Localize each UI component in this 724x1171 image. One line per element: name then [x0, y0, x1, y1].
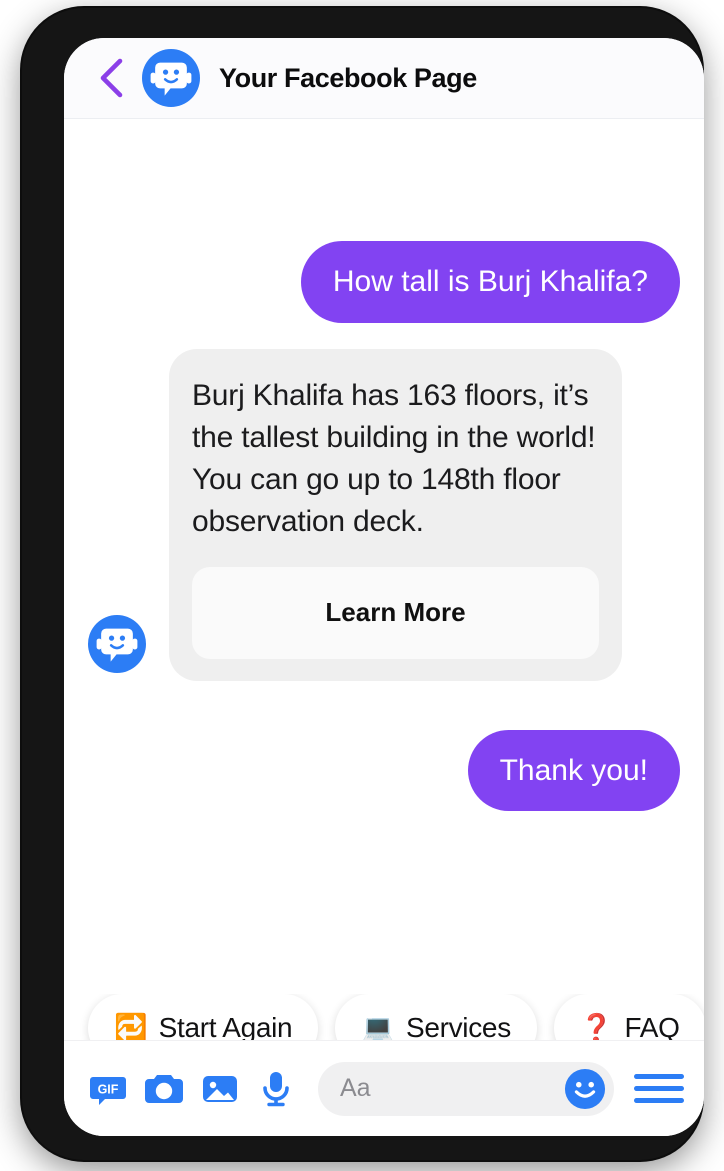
message-row-bot: Burj Khalifa has 163 floors, it’s the ta…	[88, 348, 680, 681]
gif-icon: GIF	[90, 1076, 126, 1105]
bot-avatar-icon	[88, 614, 146, 673]
svg-text:GIF: GIF	[98, 1082, 119, 1096]
message-row-user: How tall is Burj Khalifa?	[88, 241, 680, 323]
gif-button[interactable]: GIF	[80, 1063, 136, 1115]
message-row-user: Thank you!	[88, 729, 680, 811]
photo-icon	[203, 1075, 237, 1102]
bot-message-card: Burj Khalifa has 163 floors, it’s the ta…	[169, 348, 622, 681]
learn-more-button[interactable]: Learn More	[192, 566, 599, 659]
hamburger-menu-button[interactable]	[634, 1064, 684, 1114]
chat-header: Your Facebook Page	[64, 38, 704, 119]
microphone-button[interactable]	[248, 1063, 304, 1115]
composer-bar: GIF	[64, 1040, 704, 1136]
user-message-bubble: How tall is Burj Khalifa?	[300, 241, 680, 323]
message-input-wrapper[interactable]	[318, 1061, 614, 1116]
laptop-icon: 💻	[361, 1012, 395, 1043]
camera-button[interactable]	[136, 1063, 192, 1115]
phone-frame: Your Facebook Page How tall is Burj Khal…	[22, 8, 704, 1160]
chevron-left-icon	[100, 58, 123, 98]
message-input[interactable]	[340, 1074, 564, 1103]
question-mark-icon: ❓	[579, 1012, 614, 1043]
phone-screen: Your Facebook Page How tall is Burj Khal…	[64, 38, 704, 1136]
bot-message-text: Burj Khalifa has 163 floors, it’s the ta…	[192, 378, 596, 538]
hamburger-menu-icon	[634, 1098, 684, 1103]
smiley-icon[interactable]	[564, 1068, 606, 1110]
hamburger-menu-icon	[634, 1086, 684, 1091]
back-button[interactable]	[90, 57, 132, 99]
photos-button[interactable]	[192, 1063, 248, 1115]
microphone-icon	[263, 1071, 289, 1106]
hamburger-menu-icon	[634, 1074, 684, 1079]
conversation-area: How tall is Burj Khalifa? Burj Khalifa h…	[64, 241, 704, 1076]
repeat-icon: 🔁	[114, 1012, 148, 1043]
camera-icon	[145, 1074, 183, 1103]
bot-avatar-icon	[142, 49, 200, 107]
user-message-bubble: Thank you!	[467, 729, 680, 811]
page-title: Your Facebook Page	[219, 62, 477, 93]
